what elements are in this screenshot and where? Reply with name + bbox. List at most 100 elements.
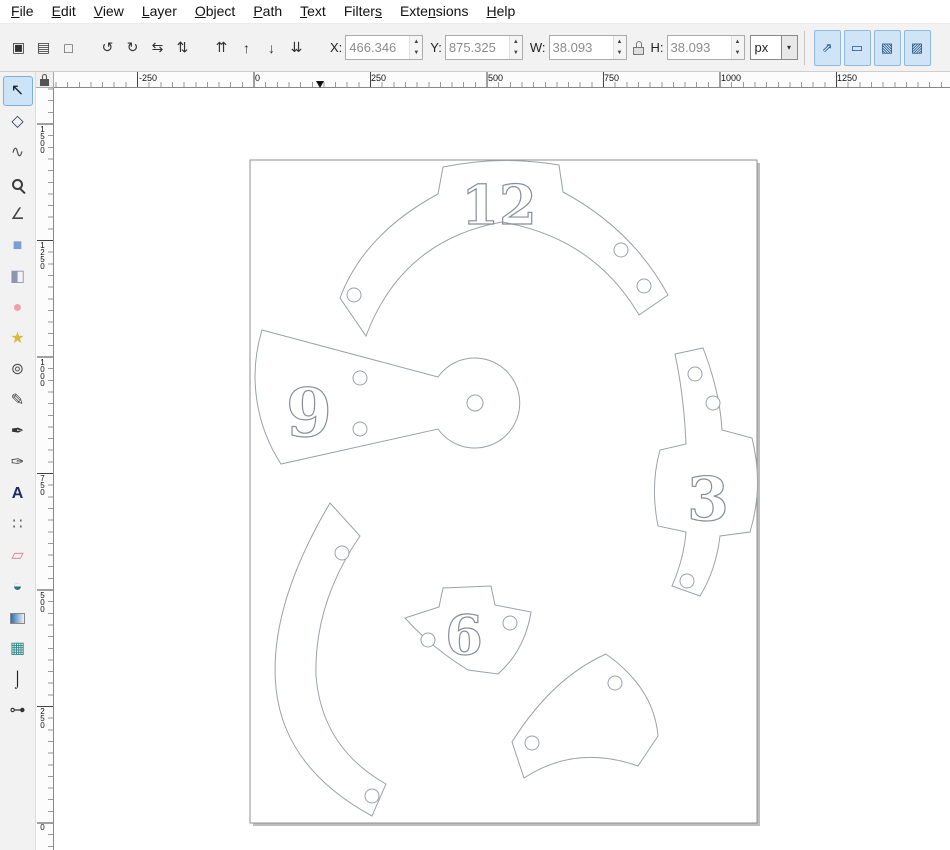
flip-vertical-button[interactable]: ⇅ [170, 32, 195, 64]
tool-measure[interactable]: ∠ [3, 200, 33, 230]
hruler-label: -250 [139, 73, 157, 83]
screw-hole[interactable] [353, 422, 367, 436]
tool-node-editor[interactable]: ◇ [3, 107, 33, 137]
box-3d-icon: ◧ [10, 269, 25, 285]
vruler-label: 1250 [38, 241, 47, 269]
tool-star[interactable]: ★ [3, 324, 33, 354]
text-tool-icon: A [12, 486, 24, 502]
tool-gradient[interactable] [3, 603, 33, 633]
transform-gradients-toggle[interactable]: ▧ [874, 30, 901, 66]
ruler-corner[interactable] [36, 72, 54, 88]
menu-text[interactable]: Text [291, 0, 335, 23]
x-spin-down-button[interactable]: ▼ [410, 48, 422, 60]
raise-to-top-button[interactable]: ⇈ [209, 32, 234, 64]
tool-bezier-pen[interactable]: ✒ [3, 417, 33, 447]
screw-hole[interactable] [680, 574, 694, 588]
tool-mesh-gradient[interactable]: ▦ [3, 634, 33, 664]
screw-hole[interactable] [706, 396, 720, 410]
screw-hole[interactable] [503, 616, 517, 630]
ruler-position-marker [316, 81, 324, 88]
lower-to-bottom-button[interactable]: ⇊ [284, 32, 309, 64]
tool-eraser[interactable]: ▱ [3, 541, 33, 571]
raise-button[interactable]: ↑ [234, 32, 259, 64]
x-input[interactable] [346, 36, 409, 59]
w-field: W: ▲ ▼ [530, 35, 627, 60]
x-label: X: [330, 40, 342, 55]
scale-corners-toggle[interactable]: ▭ [844, 30, 871, 66]
tool-ellipse[interactable]: ● [3, 293, 33, 323]
screw-hole[interactable] [688, 367, 702, 381]
w-spin-down-button[interactable]: ▼ [614, 48, 626, 60]
tool-text[interactable]: A [3, 479, 33, 509]
tool-spray[interactable]: ∷ [3, 510, 33, 540]
w-input[interactable] [550, 36, 613, 59]
horizontal-ruler[interactable]: -250 0 250 500 750 1000 1250 [54, 72, 950, 88]
tool-calligraphy[interactable]: ✑ [3, 448, 33, 478]
pencil-icon: ✎ [11, 393, 24, 409]
y-input[interactable] [446, 36, 509, 59]
screw-hole[interactable] [525, 736, 539, 750]
units-dropdown-arrow-icon[interactable]: ▾ [781, 36, 797, 59]
lock-ratio-toggle[interactable] [631, 38, 647, 58]
tool-connector[interactable]: ⊶ [3, 696, 33, 726]
y-spin-up-button[interactable]: ▲ [510, 36, 522, 48]
drawing-canvas[interactable]: 12 9 3 6 [54, 88, 950, 850]
transform-patterns-toggle[interactable]: ▨ [904, 30, 931, 66]
lower-button[interactable]: ↓ [259, 32, 284, 64]
deselect-button[interactable]: □ [56, 32, 81, 64]
w-spin-up-button[interactable]: ▲ [614, 36, 626, 48]
screw-hole[interactable] [614, 243, 628, 257]
hub-center-hole[interactable] [467, 395, 483, 411]
h-input[interactable] [668, 36, 731, 59]
screw-hole[interactable] [365, 789, 379, 803]
screw-hole[interactable] [335, 546, 349, 560]
screw-hole[interactable] [353, 371, 367, 385]
h-spin-down-button[interactable]: ▼ [732, 48, 744, 60]
h-label: H: [651, 40, 664, 55]
menu-extensions[interactable]: Extensions [391, 0, 478, 23]
mesh-gradient-icon: ▦ [10, 641, 25, 657]
menu-object[interactable]: Object [186, 0, 244, 23]
scale-stroke-toggle[interactable]: ⇗ [814, 30, 841, 66]
select-all-button[interactable]: ▣ [6, 32, 31, 64]
tool-zoom[interactable] [3, 169, 33, 199]
stencil-number-3: 3 [687, 465, 729, 535]
menu-help[interactable]: Help [477, 0, 524, 23]
tool-selector[interactable]: ↖ [3, 76, 33, 106]
tool-rectangle[interactable]: ■ [3, 231, 33, 261]
select-all-layers-button[interactable]: ▤ [31, 32, 56, 64]
menu-layer[interactable]: Layer [133, 0, 186, 23]
hruler-label: 1250 [837, 73, 857, 83]
hruler-label: 1000 [721, 73, 741, 83]
tool-tweak[interactable]: ∿ [3, 138, 33, 168]
rotate-cw-button[interactable]: ↻ [120, 32, 145, 64]
h-spin-up-button[interactable]: ▲ [732, 36, 744, 48]
menu-path[interactable]: Path [244, 0, 291, 23]
tool-pencil[interactable]: ✎ [3, 386, 33, 416]
tool-3d-box[interactable]: ◧ [3, 262, 33, 292]
screw-hole[interactable] [608, 676, 622, 690]
calligraphy-pen-icon: ✑ [11, 455, 24, 471]
h-field: H: ▲ ▼ [651, 35, 745, 60]
tweak-icon: ∿ [11, 145, 24, 161]
x-spin-up-button[interactable]: ▲ [410, 36, 422, 48]
units-dropdown[interactable]: px ▾ [750, 35, 798, 60]
tool-dropper[interactable]: ⌡ [3, 665, 33, 695]
screw-hole[interactable] [637, 279, 651, 293]
menu-edit[interactable]: Edit [43, 0, 85, 23]
flip-horizontal-button[interactable]: ⇆ [145, 32, 170, 64]
tool-paint-bucket[interactable]: ◒ [3, 572, 33, 602]
eraser-icon: ▱ [11, 548, 23, 564]
menu-filters[interactable]: Filters [335, 0, 391, 23]
vertical-ruler[interactable]: 1500 1250 1000 750 500 250 0 [36, 88, 54, 850]
tool-spiral[interactable]: ⊚ [3, 355, 33, 385]
vruler-label: 500 [38, 591, 47, 612]
menu-view[interactable]: View [85, 0, 133, 23]
y-spin-down-button[interactable]: ▼ [510, 48, 522, 60]
menu-file[interactable]: File [2, 0, 43, 23]
vruler-label: 250 [38, 707, 47, 728]
screw-hole[interactable] [347, 288, 361, 302]
hruler-label: 250 [371, 73, 386, 83]
screw-hole[interactable] [421, 633, 435, 647]
rotate-ccw-button[interactable]: ↺ [95, 32, 120, 64]
